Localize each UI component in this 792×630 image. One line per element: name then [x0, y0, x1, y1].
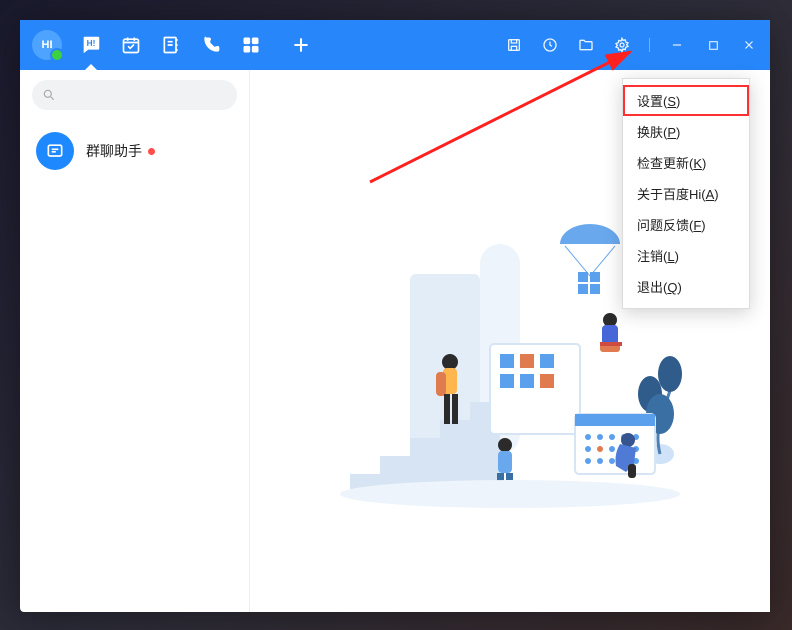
close-button[interactable]	[740, 36, 758, 54]
contacts-tab-icon[interactable]	[160, 34, 182, 56]
menu-item-about[interactable]: 关于百度Hi(A)	[623, 178, 749, 209]
menu-item-skin[interactable]: 换肤(P)	[623, 116, 749, 147]
chat-name: 群聊助手	[86, 141, 155, 161]
menu-item-feedback[interactable]: 问题反馈(F)	[623, 209, 749, 240]
app-window: HI H!	[20, 20, 770, 612]
settings-menu: 设置(S) 换肤(P) 检查更新(K) 关于百度Hi(A) 问题反馈(F) 注销…	[622, 78, 750, 309]
apps-tab-icon[interactable]	[240, 34, 262, 56]
avatar[interactable]: HI	[32, 30, 62, 60]
chat-name-text: 群聊助手	[86, 141, 142, 161]
search-wrap	[20, 70, 249, 120]
chat-tab-icon[interactable]: H!	[80, 34, 102, 56]
history-icon[interactable]	[541, 36, 559, 54]
search-input[interactable]	[32, 80, 237, 110]
menu-item-exit[interactable]: 退出(Q)	[623, 271, 749, 302]
chat-avatar-icon	[36, 132, 74, 170]
menu-item-update[interactable]: 检查更新(K)	[623, 147, 749, 178]
gear-icon[interactable]	[613, 36, 631, 54]
calendar-tab-icon[interactable]	[120, 34, 142, 56]
search-icon	[42, 88, 56, 102]
titlebar: HI H!	[20, 20, 770, 70]
maximize-button[interactable]	[704, 36, 722, 54]
minimize-button[interactable]	[668, 36, 686, 54]
phone-tab-icon[interactable]	[200, 34, 222, 56]
add-tab-icon[interactable]	[290, 34, 312, 56]
sidebar: 群聊助手	[20, 70, 250, 612]
chat-list-item[interactable]: 群聊助手	[20, 120, 249, 182]
folder-icon[interactable]	[577, 36, 595, 54]
unread-dot-icon	[148, 148, 155, 155]
save-icon[interactable]	[505, 36, 523, 54]
svg-text:H!: H!	[87, 39, 96, 48]
titlebar-divider	[649, 38, 650, 52]
menu-item-settings[interactable]: 设置(S)	[623, 85, 749, 116]
menu-item-logout[interactable]: 注销(L)	[623, 240, 749, 271]
